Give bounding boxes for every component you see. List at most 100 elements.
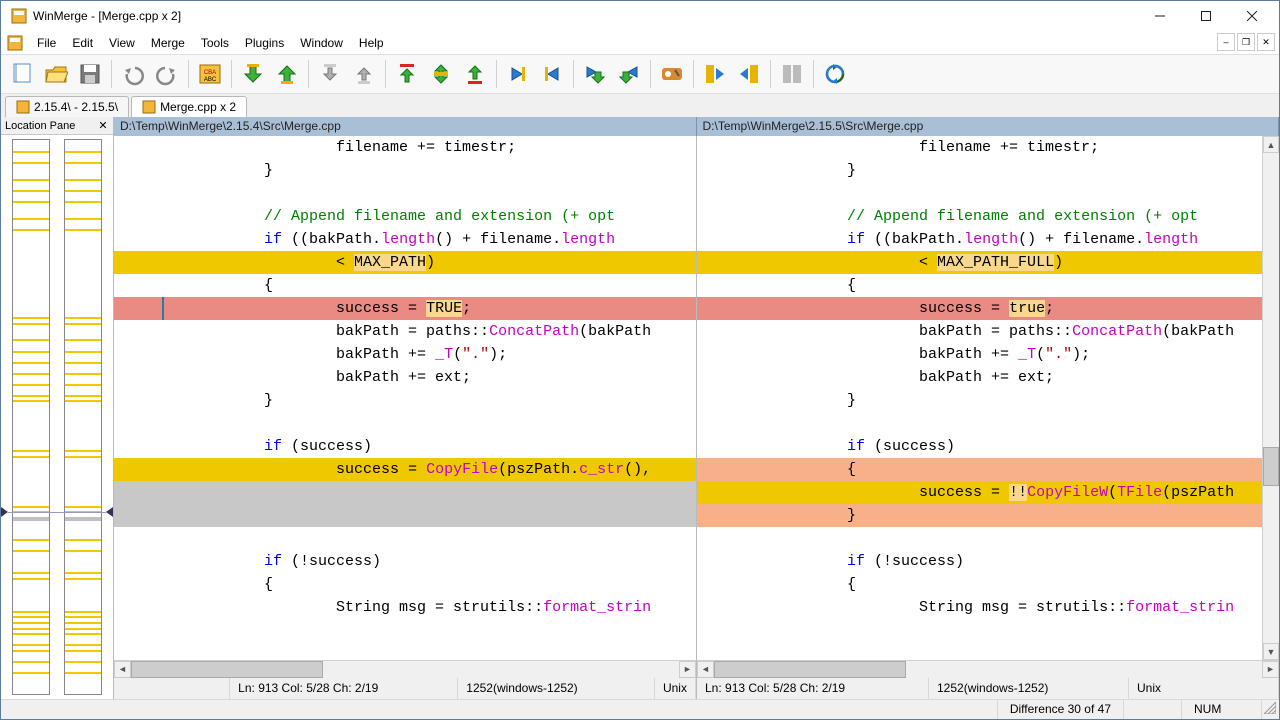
menu-window[interactable]: Window [292,33,351,53]
prev-diff-button[interactable] [271,58,303,90]
code-line[interactable]: { [697,573,1262,596]
tab-label: 2.15.4\ - 2.15.5\ [34,100,118,114]
location-pane: Location Pane ✕ [1,117,114,699]
code-line[interactable] [697,527,1262,550]
code-line[interactable] [114,182,696,205]
all-left-button[interactable] [733,58,765,90]
code-line[interactable] [114,481,696,504]
titlebar: WinMerge - [Merge.cpp x 2] [1,1,1279,31]
encoding-button[interactable]: CBAABC [194,58,226,90]
copy-left-button[interactable] [536,58,568,90]
menu-tools[interactable]: Tools [193,33,237,53]
auto-merge-button[interactable] [776,58,808,90]
menu-edit[interactable]: Edit [64,33,101,53]
next-conflict-button[interactable] [314,58,346,90]
mdi-restore-button[interactable]: ❐ [1237,33,1255,51]
location-pane-body[interactable] [1,135,113,699]
toolbar: CBAABC [1,54,1279,94]
code-line[interactable]: filename += timestr; [697,136,1262,159]
right-hscrollbar[interactable]: ◄► [697,660,1279,677]
menu-file[interactable]: File [29,33,64,53]
undo-button[interactable] [117,58,149,90]
minimize-button[interactable] [1137,1,1183,31]
code-line[interactable]: { [697,274,1262,297]
global-statusbar: Difference 30 of 47 NUM [1,699,1279,719]
code-line[interactable]: bakPath += ext; [114,366,696,389]
code-line[interactable]: } [697,504,1262,527]
code-line[interactable]: success = !!CopyFileW(TFile(pszPath [697,481,1262,504]
code-line[interactable]: bakPath += ext; [697,366,1262,389]
code-line[interactable]: } [114,389,696,412]
code-line[interactable]: // Append filename and extension (+ opt [697,205,1262,228]
right-code-editor[interactable]: filename += timestr; } // Append filenam… [697,136,1262,660]
menu-plugins[interactable]: Plugins [237,33,292,53]
mdi-close-button[interactable]: ✕ [1257,33,1275,51]
left-code-editor[interactable]: filename += timestr; } // Append filenam… [114,136,696,660]
right-file-header: D:\Temp\WinMerge\2.15.5\Src\Merge.cpp [697,117,1280,136]
refresh-button[interactable] [819,58,851,90]
right-status-pos: Ln: 913 Col: 5/28 Ch: 2/19 [697,678,929,699]
left-status-pos: Ln: 913 Col: 5/28 Ch: 2/19 [230,678,458,699]
tab-label: Merge.cpp x 2 [160,100,236,114]
code-line[interactable]: if (!success) [697,550,1262,573]
code-line[interactable]: if (success) [114,435,696,458]
left-hscrollbar[interactable]: ◄► [114,660,696,677]
right-status-enc: 1252(windows-1252) [929,678,1129,699]
code-line[interactable]: } [697,389,1262,412]
copy-left-advance-button[interactable] [613,58,645,90]
code-line[interactable]: success = true; [697,297,1262,320]
mdi-minimize-button[interactable]: – [1217,33,1235,51]
code-line[interactable]: success = CopyFile(pszPath.c_str(), [114,458,696,481]
last-diff-button[interactable] [459,58,491,90]
maximize-button[interactable] [1183,1,1229,31]
code-line[interactable]: bakPath += _T("."); [697,343,1262,366]
app-icon [11,8,27,24]
code-line[interactable]: success = TRUE; [114,297,696,320]
close-button[interactable] [1229,1,1275,31]
status-diff-count: Difference 30 of 47 [997,700,1123,719]
code-line[interactable]: { [697,458,1262,481]
options-button[interactable] [656,58,688,90]
code-line[interactable]: // Append filename and extension (+ opt [114,205,696,228]
code-line[interactable]: < MAX_PATH_FULL) [697,251,1262,274]
code-line[interactable]: } [697,159,1262,182]
copy-right-advance-button[interactable] [579,58,611,90]
tab-1[interactable]: Merge.cpp x 2 [131,96,247,117]
location-pane-title: Location Pane [5,120,75,132]
tab-0[interactable]: 2.15.4\ - 2.15.5\ [5,96,129,117]
new-button[interactable] [6,58,38,90]
copy-right-button[interactable] [502,58,534,90]
redo-button[interactable] [151,58,183,90]
code-line[interactable]: bakPath += _T("."); [114,343,696,366]
code-line[interactable]: bakPath = paths::ConcatPath(bakPath [697,320,1262,343]
open-button[interactable] [40,58,72,90]
code-line[interactable]: String msg = strutils::format_strin [114,596,696,619]
code-line[interactable]: < MAX_PATH) [114,251,696,274]
all-right-button[interactable] [699,58,731,90]
code-line[interactable]: { [114,573,696,596]
code-line[interactable] [114,412,696,435]
menu-merge[interactable]: Merge [143,33,193,53]
code-line[interactable] [697,412,1262,435]
location-pane-close-icon[interactable]: ✕ [97,119,109,132]
code-line[interactable]: if ((bakPath.length() + filename.length [697,228,1262,251]
prev-conflict-button[interactable] [348,58,380,90]
code-line[interactable]: filename += timestr; [114,136,696,159]
menu-help[interactable]: Help [351,33,392,53]
menu-view[interactable]: View [101,33,143,53]
code-line[interactable]: } [114,159,696,182]
code-line[interactable]: { [114,274,696,297]
code-line[interactable]: if ((bakPath.length() + filename.length [114,228,696,251]
vscrollbar[interactable]: ▲ ▼ [1262,136,1279,660]
code-line[interactable]: String msg = strutils::format_strin [697,596,1262,619]
next-diff-button[interactable] [237,58,269,90]
first-diff-button[interactable] [391,58,423,90]
code-line[interactable] [114,504,696,527]
code-line[interactable]: if (success) [697,435,1262,458]
current-diff-button[interactable] [425,58,457,90]
code-line[interactable]: if (!success) [114,550,696,573]
save-button[interactable] [74,58,106,90]
code-line[interactable] [697,182,1262,205]
code-line[interactable] [114,527,696,550]
code-line[interactable]: bakPath = paths::ConcatPath(bakPath [114,320,696,343]
